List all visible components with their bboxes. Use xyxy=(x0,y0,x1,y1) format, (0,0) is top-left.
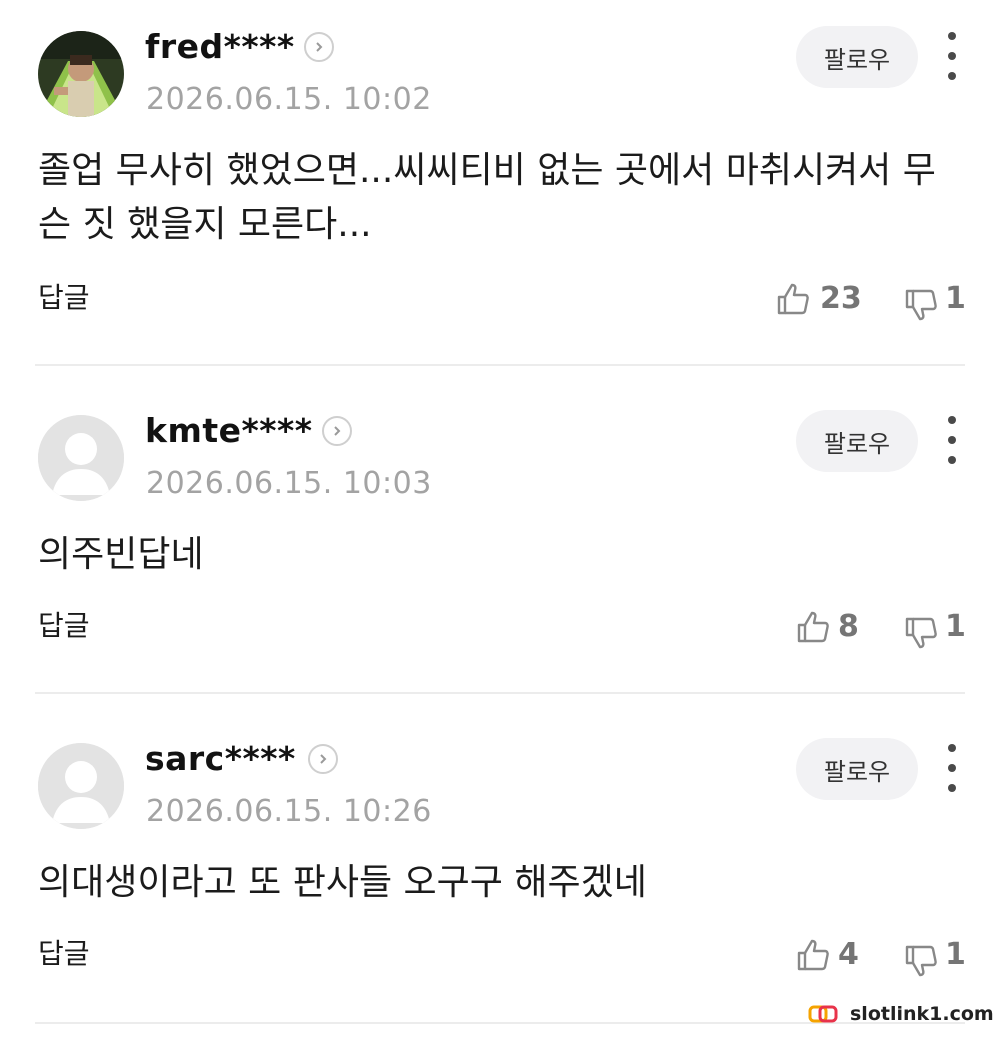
thumbs-down-icon[interactable] xyxy=(903,943,939,979)
default-user-icon xyxy=(38,415,124,501)
profile-chevron-icon[interactable] xyxy=(322,416,352,446)
more-options-icon[interactable] xyxy=(936,744,968,792)
dislike-count: 1 xyxy=(945,281,966,316)
watermark: slotlink1.com xyxy=(808,999,994,1029)
user-photo-icon xyxy=(38,31,124,117)
like-count: 23 xyxy=(820,281,862,316)
comment-text: 의대생이라고 또 판사들 오구구 해주겠네 xyxy=(38,862,647,903)
thumbs-up-icon[interactable] xyxy=(775,281,811,317)
reply-button[interactable]: 답글 xyxy=(38,606,90,646)
thumbs-up-icon[interactable] xyxy=(795,609,831,645)
avatar[interactable] xyxy=(38,415,124,501)
dislike-count: 1 xyxy=(945,937,966,972)
profile-chevron-icon[interactable] xyxy=(308,744,338,774)
more-options-icon[interactable] xyxy=(936,416,968,464)
thumbs-down-icon[interactable] xyxy=(903,287,939,323)
username[interactable]: kmte**** xyxy=(145,408,313,454)
comment-text: 의주빈답네 xyxy=(38,534,204,575)
thumbs-up-icon[interactable] xyxy=(795,937,831,973)
timestamp: 2026.06.15. 10:03 xyxy=(146,466,432,501)
follow-button[interactable]: 팔로우 xyxy=(796,26,918,88)
dislike-count: 1 xyxy=(945,609,966,644)
reply-button[interactable]: 답글 xyxy=(38,278,90,318)
like-count: 4 xyxy=(838,937,859,972)
profile-chevron-icon[interactable] xyxy=(304,32,334,62)
avatar[interactable] xyxy=(38,743,124,829)
thumbs-down-icon[interactable] xyxy=(903,615,939,651)
chain-link-logo-icon xyxy=(808,1005,838,1023)
default-user-icon xyxy=(38,743,124,829)
timestamp: 2026.06.15. 10:26 xyxy=(146,794,432,829)
reply-button[interactable]: 답글 xyxy=(38,934,90,974)
follow-button[interactable]: 팔로우 xyxy=(796,410,918,472)
timestamp: 2026.06.15. 10:02 xyxy=(146,82,432,117)
divider xyxy=(35,692,965,694)
username[interactable]: fred**** xyxy=(145,24,295,70)
comment-text: 졸업 무사히 했었으면...씨씨티비 없는 곳에서 마취시켜서 무슨 짓 했을지… xyxy=(38,150,936,245)
watermark-text: slotlink1.com xyxy=(850,1003,994,1025)
username[interactable]: sarc**** xyxy=(145,736,296,782)
avatar[interactable] xyxy=(38,31,124,117)
follow-button[interactable]: 팔로우 xyxy=(796,738,918,800)
comment-item: fred**** 2026.06.15. 10:02 팔로우 졸업 무사히 했었… xyxy=(0,0,1000,328)
comment-item: sarc**** 2026.06.15. 10:26 팔로우 의대생이라고 또 … xyxy=(0,712,1000,1040)
like-count: 8 xyxy=(838,609,859,644)
more-options-icon[interactable] xyxy=(936,32,968,80)
divider xyxy=(35,364,965,366)
comment-item: kmte**** 2026.06.15. 10:03 팔로우 의주빈답네 답글 … xyxy=(0,384,1000,712)
